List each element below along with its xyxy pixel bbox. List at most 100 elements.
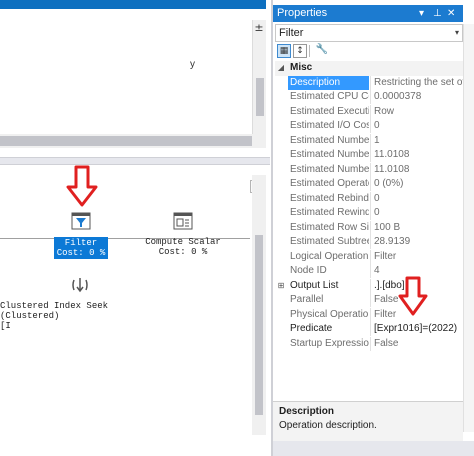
property-row[interactable]: Estimated Executio Row <box>275 104 463 120</box>
property-row[interactable]: Startup Expression False <box>275 336 463 352</box>
pin-icon[interactable]: ⊥ <box>433 5 442 22</box>
category-row-misc[interactable]: ◢ Misc <box>275 61 463 76</box>
compute-scalar-operator-name: Compute Scalar <box>145 237 221 247</box>
plan-operator-clustered-index-seek[interactable]: Clustered Index Seek (Clustered) [I <box>0 276 160 331</box>
toolbar-separator <box>309 45 310 57</box>
property-name: Parallel <box>290 294 324 305</box>
property-name: Estimated Rebinds <box>290 192 369 204</box>
property-name: Output List <box>290 279 339 291</box>
plan-scroll-thumb[interactable] <box>255 235 263 415</box>
property-name: Node ID <box>290 265 327 276</box>
alphabetical-sort-button[interactable]: ↕ <box>293 44 307 58</box>
property-name: Estimated Number <box>290 163 369 175</box>
property-name: Estimated Subtree <box>290 236 369 247</box>
editor-horizontal-scroll-thumb[interactable] <box>0 136 252 146</box>
filter-label[interactable]: Filter Cost: 0 % <box>54 237 108 259</box>
plan-operator-filter[interactable]: Filter Cost: 0 % <box>54 212 108 259</box>
property-row[interactable]: Estimated Operato 0 (0%) <box>275 177 463 192</box>
collapse-triangle-icon[interactable]: ◢ <box>275 61 287 75</box>
property-name: Predicate <box>290 323 333 334</box>
property-grid[interactable]: ◢ Misc Description Restricting the set o… <box>275 61 463 351</box>
property-row[interactable]: Estimated Number 1 <box>275 133 463 149</box>
property-name: Estimated Rewinds <box>290 207 369 218</box>
query-text[interactable]: y <box>190 59 195 70</box>
execution-plan-pane[interactable]: Filter Cost: 0 % Compute Scalar Cost: 0 … <box>0 165 270 456</box>
property-row-output-list[interactable]: ⊞ Output List .].[dbo]. <box>275 278 463 294</box>
property-name: Estimated Row Size <box>290 221 369 233</box>
property-value[interactable]: 11.0108 <box>370 162 463 177</box>
compute-scalar-icon <box>173 212 193 230</box>
property-row[interactable]: Logical Operation Filter <box>275 249 463 265</box>
property-value[interactable]: Filter <box>370 249 463 264</box>
property-name: Estimated Number <box>290 149 369 160</box>
property-name: Estimated Operato <box>290 178 369 189</box>
property-name: Physical Operation <box>290 308 369 320</box>
expand-plus-icon[interactable]: ⊞ <box>275 279 287 293</box>
property-value[interactable]: 0 <box>370 206 463 220</box>
close-icon[interactable]: ✕ <box>447 5 455 22</box>
property-name: Estimated Number <box>290 134 369 146</box>
properties-vertical-scrollbar[interactable] <box>463 24 474 432</box>
property-pages-wrench-icon[interactable]: 🔧 <box>315 44 329 58</box>
property-row[interactable]: Estimated CPU Cos 0.0000378 <box>275 90 463 105</box>
property-value[interactable]: 0.0000378 <box>370 90 463 104</box>
plan-operator-compute-scalar[interactable]: Compute Scalar Cost: 0 % <box>143 212 223 257</box>
property-row-predicate[interactable]: Predicate [Expr1016]=(2022) <box>275 322 463 337</box>
property-row[interactable]: Estimated Rewinds 0 <box>275 206 463 221</box>
description-panel: Description Operation description. <box>273 401 463 441</box>
property-name: Startup Expression <box>290 337 369 349</box>
red-arrow-annotation <box>66 165 98 207</box>
pane-splitter[interactable] <box>0 157 270 165</box>
editor-vertical-scrollbar[interactable] <box>252 20 266 146</box>
property-name: Logical Operation <box>290 250 369 262</box>
properties-title: Properties <box>277 7 328 19</box>
property-value[interactable]: 0 (0%) <box>370 177 463 191</box>
property-value[interactable]: False <box>370 336 463 351</box>
filter-operator-name: Filter <box>64 238 98 248</box>
chevron-down-icon[interactable]: ▾ <box>455 25 459 41</box>
selected-object: Filter <box>279 27 304 39</box>
property-value[interactable]: [Expr1016]=(2022) <box>370 322 463 336</box>
filter-operator-cost: Cost: 0 % <box>56 248 106 258</box>
index-seek-operator-name: Clustered Index Seek (Clustered) <box>0 301 109 321</box>
property-value[interactable]: 0 <box>370 119 463 133</box>
property-row[interactable]: Parallel False <box>275 293 463 308</box>
property-row[interactable]: Description Restricting the set of ro <box>275 75 463 91</box>
property-name: Description <box>288 75 369 90</box>
property-value[interactable]: 28.9139 <box>370 235 463 249</box>
index-seek-object: [I <box>0 321 11 331</box>
property-row[interactable]: Physical Operation Filter <box>275 307 463 323</box>
window-options-dropdown-icon[interactable]: ▾ <box>419 5 424 22</box>
property-name: Estimated CPU Cos <box>290 91 369 102</box>
split-window-button[interactable]: ± <box>253 22 265 34</box>
property-name: Estimated I/O Cost <box>290 120 369 131</box>
editor-scroll-thumb[interactable] <box>256 78 264 116</box>
property-row[interactable]: Estimated Row Size 100 B <box>275 220 463 236</box>
property-value[interactable]: 0 <box>370 191 463 206</box>
property-value[interactable]: 100 B <box>370 220 463 235</box>
property-value[interactable]: 11.0108 <box>370 148 463 162</box>
property-row[interactable]: Estimated Subtree 28.9139 <box>275 235 463 250</box>
red-arrow-annotation <box>398 276 428 316</box>
property-row[interactable]: Estimated Number 11.0108 <box>275 148 463 163</box>
filter-icon <box>71 212 91 230</box>
properties-window: Properties ▾ ⊥ ✕ Filter ▾ ▦ ↕ 🔧 ◢ Misc D… <box>271 0 474 456</box>
property-name: Estimated Executio <box>290 105 369 117</box>
property-row[interactable]: Node ID 4 <box>275 264 463 279</box>
property-row[interactable]: Estimated Rebinds 0 <box>275 191 463 207</box>
object-selector-combo[interactable]: Filter ▾ <box>275 24 463 42</box>
property-row[interactable]: Estimated I/O Cost 0 <box>275 119 463 134</box>
property-value[interactable]: 1 <box>370 133 463 148</box>
property-value[interactable]: Restricting the set of ro <box>370 75 463 90</box>
plan-vertical-scrollbar[interactable] <box>252 175 266 435</box>
description-text: Operation description. <box>279 420 377 431</box>
window-bottom-edge <box>273 441 474 456</box>
index-seek-icon <box>72 278 88 293</box>
properties-title-bar[interactable]: Properties ▾ ⊥ ✕ <box>273 5 463 22</box>
property-value[interactable]: Row <box>370 104 463 119</box>
category-label: Misc <box>290 62 313 73</box>
query-editor-pane[interactable]: y ± <box>0 0 266 157</box>
categorized-view-button[interactable]: ▦ <box>277 44 291 58</box>
property-row[interactable]: Estimated Number 11.0108 <box>275 162 463 178</box>
document-tab-strip <box>0 0 266 9</box>
